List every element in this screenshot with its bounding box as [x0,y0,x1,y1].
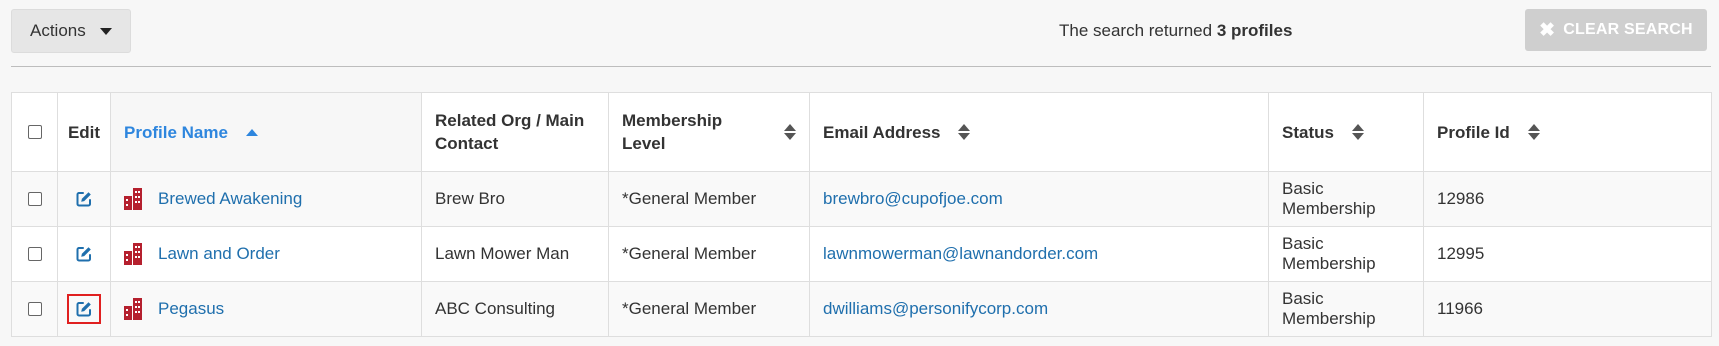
related-org-cell: Lawn Mower Man [421,226,609,282]
sort-ascending-icon [245,128,258,136]
table-row: Brewed Awakening Brew Bro *General Membe… [11,171,1712,227]
profile-name-cell: Brewed Awakening [110,171,422,227]
email-link[interactable]: lawnmowerman@lawnandorder.com [823,244,1098,263]
profile-name-link[interactable]: Pegasus [158,299,224,319]
sort-icon [1527,124,1540,140]
profile-id-header-label: Profile Id [1437,122,1510,142]
edit-cell [57,171,111,227]
search-result-text: The search returned 3 profiles [1059,21,1292,41]
sort-icon [958,124,971,140]
building-icon [124,298,142,320]
search-result-count: 3 profiles [1216,21,1293,40]
membership-level-cell: *General Member [608,171,810,227]
membership-level-header[interactable]: Membership Level [608,92,810,172]
status-header-label: Status [1282,122,1334,142]
close-icon: ✖ [1539,19,1556,41]
actions-dropdown-button[interactable]: Actions [11,9,131,53]
membership-level-cell: *General Member [608,281,810,337]
related-org-cell: ABC Consulting [421,281,609,337]
sort-icon [784,124,796,140]
status-cell: Basic Membership [1268,226,1424,282]
divider [11,66,1711,67]
email-cell: lawnmowerman@lawnandorder.com [809,226,1269,282]
profile-name-cell: Lawn and Order [110,226,422,282]
status-header[interactable]: Status [1268,92,1424,172]
profile-id-cell: 12995 [1423,226,1712,282]
clear-search-label: CLEAR SEARCH [1563,21,1693,38]
related-org-cell: Brew Bro [421,171,609,227]
table-row: Pegasus ABC Consulting *General Member d… [11,281,1712,337]
search-result-prefix: The search returned [1059,21,1213,40]
actions-label: Actions [30,21,86,40]
profiles-table: Edit Profile Name Related Org / Main Con… [11,92,1712,337]
email-link[interactable]: dwilliams@personifycorp.com [823,299,1048,318]
table-row: Lawn and Order Lawn Mower Man *General M… [11,226,1712,282]
edit-header: Edit [57,92,111,172]
profile-id-cell: 11966 [1423,281,1712,337]
email-header-label: Email Address [823,122,941,142]
related-org-header: Related Org / Main Contact [421,92,609,172]
profile-name-header[interactable]: Profile Name [110,92,422,172]
email-cell: dwilliams@personifycorp.com [809,281,1269,337]
building-icon [124,188,142,210]
sort-icon [1351,124,1364,140]
status-cell: Basic Membership [1268,171,1424,227]
row-checkbox[interactable] [27,302,42,316]
email-link[interactable]: brewbro@cupofjoe.com [823,189,1003,208]
edit-cell [57,281,111,337]
row-checkbox[interactable] [27,192,42,206]
row-select-cell [11,171,58,227]
row-select-cell [11,281,58,337]
profile-name-cell: Pegasus [110,281,422,337]
email-header[interactable]: Email Address [809,92,1269,172]
edit-icon[interactable] [67,294,101,324]
membership-level-cell: *General Member [608,226,810,282]
status-cell: Basic Membership [1268,281,1424,337]
membership-level-header-label: Membership Level [622,111,723,153]
row-select-cell [11,226,58,282]
toolbar: Actions The search returned 3 profiles ✖… [0,0,1719,66]
profile-id-cell: 12986 [1423,171,1712,227]
caret-down-icon [99,27,112,35]
row-checkbox[interactable] [27,247,42,261]
edit-icon[interactable] [67,184,101,214]
edit-cell [57,226,111,282]
clear-search-button[interactable]: ✖ CLEAR SEARCH [1525,9,1707,51]
building-icon [124,243,142,265]
profile-name-link[interactable]: Lawn and Order [158,244,280,264]
profile-name-header-label: Profile Name [124,122,228,142]
table-header-row: Edit Profile Name Related Org / Main Con… [11,92,1712,172]
edit-icon[interactable] [67,239,101,269]
profile-id-header[interactable]: Profile Id [1423,92,1712,172]
select-all-header [11,92,58,172]
select-all-checkbox[interactable] [27,125,42,139]
email-cell: brewbro@cupofjoe.com [809,171,1269,227]
profile-name-link[interactable]: Brewed Awakening [158,189,302,209]
